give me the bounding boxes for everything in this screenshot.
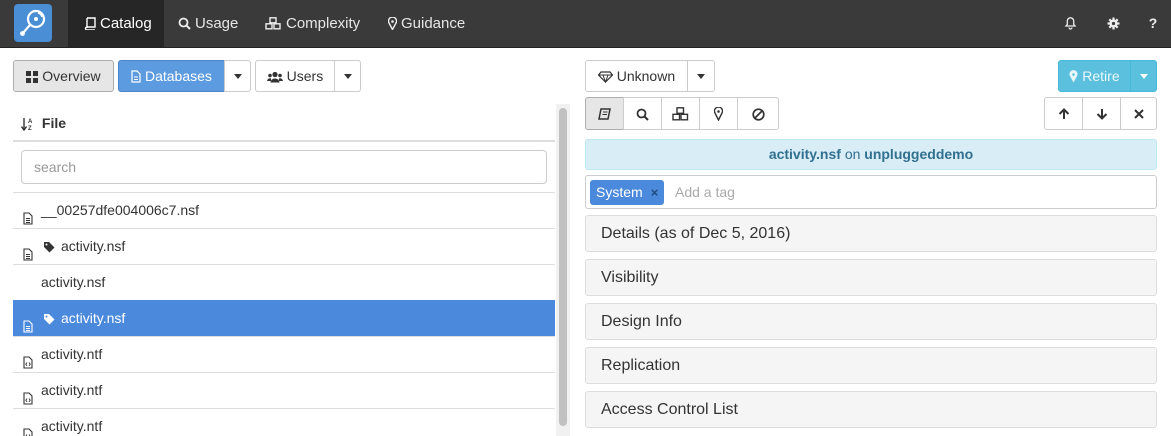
tab-ban[interactable] xyxy=(737,97,779,130)
database-info-bar: activity.nsf on unpluggeddemo xyxy=(585,139,1157,170)
nav-catalog[interactable]: Catalog xyxy=(68,0,164,47)
book-icon xyxy=(598,108,611,120)
top-navbar: Catalog Usage Complexity Guidance ? xyxy=(0,0,1171,48)
arrow-up-icon xyxy=(1058,108,1069,120)
section-replication[interactable]: Replication xyxy=(585,347,1157,384)
overview-button[interactable]: Overview xyxy=(13,60,114,92)
nav-complexity[interactable]: Complexity xyxy=(265,0,360,47)
status-button[interactable]: Unknown xyxy=(585,60,688,92)
tab-complexity[interactable] xyxy=(661,97,700,130)
close-button[interactable] xyxy=(1120,97,1157,130)
file-row[interactable]: activity.nsf xyxy=(13,264,555,300)
file-code-icon xyxy=(23,419,33,436)
section-details[interactable]: Details (as of Dec 5, 2016) xyxy=(585,215,1157,252)
file-name: activity.nsf xyxy=(41,274,106,290)
svg-text:Z: Z xyxy=(28,126,32,131)
file-icon xyxy=(131,70,141,83)
file-list: __00257dfe004006c7.nsf activity.nsf activi… xyxy=(13,192,555,436)
file-name: activity.nsf xyxy=(61,310,126,326)
tab-usage[interactable] xyxy=(623,97,662,130)
bell-icon xyxy=(1064,17,1076,30)
section-visibility[interactable]: Visibility xyxy=(585,259,1157,296)
file-name: activity.nsf xyxy=(61,238,126,254)
status-dropdown-toggle[interactable] xyxy=(687,60,715,92)
search-icon xyxy=(636,108,649,121)
move-up-button[interactable] xyxy=(1044,97,1083,130)
users-icon xyxy=(266,71,283,83)
tag-chip-label: System xyxy=(596,184,643,200)
search-icon xyxy=(178,17,191,30)
retire-dropdown-toggle[interactable] xyxy=(1130,60,1157,92)
users-dropdown-toggle[interactable] xyxy=(334,60,361,92)
status-label: Unknown xyxy=(616,68,676,84)
tab-guidance[interactable] xyxy=(699,97,738,130)
chevron-down-icon xyxy=(343,74,352,79)
map-marker-icon xyxy=(387,16,398,31)
tag-remove-icon[interactable]: × xyxy=(651,185,659,200)
map-marker-icon xyxy=(713,106,724,122)
file-name: activity.ntf xyxy=(41,382,103,398)
book-icon xyxy=(84,17,96,31)
map-marker-icon xyxy=(1069,70,1078,83)
users-button[interactable]: Users xyxy=(255,60,335,92)
nav-complexity-label: Complexity xyxy=(286,15,361,32)
info-on-text: on xyxy=(844,146,861,162)
file-name: __00257dfe004006c7.nsf xyxy=(41,202,200,218)
add-tag-input[interactable] xyxy=(675,176,1145,208)
cubes-icon xyxy=(672,107,689,121)
tag-input-box[interactable]: System × xyxy=(585,175,1157,209)
chevron-down-icon xyxy=(697,74,705,79)
scrollbar-thumb[interactable] xyxy=(559,108,567,426)
cubes-icon xyxy=(265,17,281,30)
file-name: activity.ntf xyxy=(41,418,103,434)
overview-label: Overview xyxy=(42,68,101,84)
svg-text:A: A xyxy=(28,119,33,125)
info-file-name: activity.nsf xyxy=(768,146,841,162)
file-name: activity.ntf xyxy=(41,346,103,362)
users-label: Users xyxy=(286,68,324,84)
file-row[interactable]: activity.ntf xyxy=(13,408,555,436)
search-input[interactable] xyxy=(21,150,547,184)
section-access-control-list[interactable]: Access Control List xyxy=(585,391,1157,428)
settings-button[interactable] xyxy=(1101,0,1125,47)
file-row[interactable]: activity.nsf xyxy=(13,300,555,336)
diamond-icon xyxy=(597,71,614,84)
tag-icon xyxy=(43,303,55,338)
databases-dropdown-toggle[interactable] xyxy=(224,60,251,92)
file-list-panel: AZ File __00257dfe004006c7.nsf activity.n… xyxy=(13,104,555,436)
chevron-down-icon xyxy=(233,74,242,79)
nav-guidance-label: Guidance xyxy=(401,15,466,32)
nav-catalog-label: Catalog xyxy=(100,15,152,32)
section-design-info[interactable]: Design Info xyxy=(585,303,1157,340)
move-down-button[interactable] xyxy=(1082,97,1121,130)
file-column-header[interactable]: AZ File xyxy=(13,104,555,142)
file-header-label: File xyxy=(41,115,67,131)
nav-usage[interactable]: Usage xyxy=(178,0,238,47)
chevron-down-icon xyxy=(1139,74,1148,79)
grid-icon xyxy=(26,71,39,83)
arrow-down-icon xyxy=(1096,109,1107,121)
app-logo[interactable] xyxy=(14,4,52,42)
file-row[interactable]: __00257dfe004006c7.nsf xyxy=(13,192,555,228)
tab-catalog[interactable] xyxy=(585,97,624,130)
help-button[interactable]: ? xyxy=(1141,0,1165,47)
tag-chip: System × xyxy=(590,180,665,205)
info-server-name: unpluggeddemo xyxy=(864,146,974,162)
file-row[interactable]: activity.ntf xyxy=(13,372,555,408)
databases-button[interactable]: Databases xyxy=(118,60,225,92)
file-row[interactable]: activity.nsf xyxy=(13,228,555,264)
notifications-button[interactable] xyxy=(1058,0,1082,47)
nav-guidance[interactable]: Guidance xyxy=(387,0,466,47)
sort-alpha-icon: AZ xyxy=(20,118,33,132)
retire-button[interactable]: Retire xyxy=(1058,60,1131,92)
nav-usage-label: Usage xyxy=(195,15,239,32)
close-icon xyxy=(1133,109,1144,120)
databases-label: Databases xyxy=(144,68,212,84)
retire-label: Retire xyxy=(1082,68,1120,84)
ban-icon xyxy=(751,108,765,121)
file-row[interactable]: activity.ntf xyxy=(13,336,555,372)
tag-icon xyxy=(43,231,55,266)
gear-icon xyxy=(1107,17,1119,30)
